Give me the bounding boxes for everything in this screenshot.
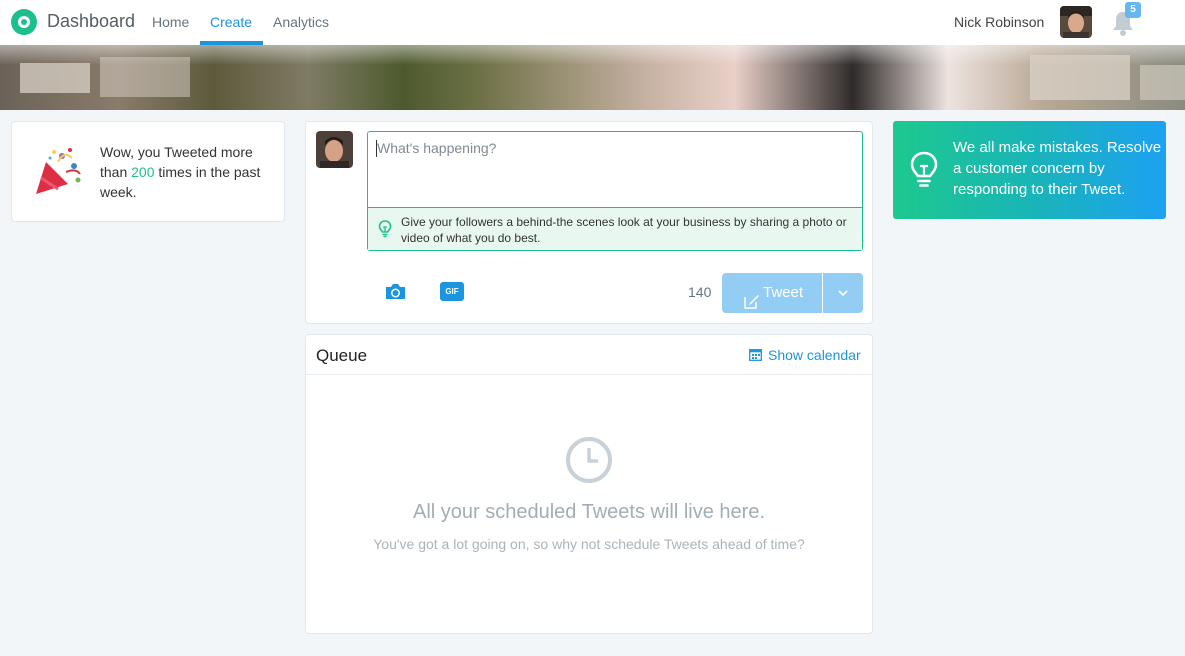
clock-icon — [564, 435, 614, 485]
user-name[interactable]: Nick Robinson — [954, 14, 1044, 30]
customer-care-tip-card[interactable]: We all make mistakes. Resolve a customer… — [893, 121, 1166, 219]
tweet-input[interactable] — [369, 133, 861, 205]
tweet-compose-box: Give your followers a behind-the scenes … — [367, 131, 863, 251]
achievement-card: Wow, you Tweeted more than 200 times in … — [11, 121, 285, 222]
show-calendar-link[interactable]: Show calendar — [768, 347, 861, 363]
tweet-button[interactable]: Tweet — [722, 273, 822, 313]
lightbulb-icon — [909, 151, 939, 189]
tweet-options-dropdown[interactable] — [823, 273, 863, 313]
compose-tip-text: Give your followers a behind-the scenes … — [401, 215, 847, 245]
compose-pen-icon — [744, 285, 760, 309]
lightbulb-icon — [378, 220, 392, 238]
avatar[interactable] — [1060, 6, 1092, 38]
nav-create[interactable]: Create — [210, 14, 252, 30]
brand-title[interactable]: Dashboard — [47, 11, 135, 32]
tweet-count: 200 — [131, 164, 155, 180]
logo-icon[interactable] — [11, 9, 37, 35]
queue-empty-subtitle: You've got a lot going on, so why not sc… — [373, 536, 805, 552]
header-banner-image — [0, 45, 1185, 110]
calendar-icon[interactable] — [749, 348, 762, 361]
character-counter: 140 — [688, 284, 712, 300]
gif-icon[interactable]: GIF — [440, 282, 464, 301]
camera-icon[interactable] — [384, 282, 407, 301]
text-cursor — [376, 140, 377, 157]
notification-badge[interactable]: 5 — [1125, 2, 1141, 18]
chevron-down-icon — [838, 290, 848, 297]
nav-analytics[interactable]: Analytics — [273, 14, 329, 30]
queue-title: Queue — [316, 346, 368, 365]
compose-tip: Give your followers a behind-the scenes … — [368, 207, 862, 250]
compose-avatar — [316, 131, 353, 168]
compose-card: Give your followers a behind-the scenes … — [305, 121, 873, 324]
top-nav: Dashboard Home Create Analytics Nick Rob… — [0, 0, 1185, 45]
nav-home[interactable]: Home — [152, 14, 189, 30]
tip-card-text: We all make mistakes. Resolve a customer… — [953, 139, 1162, 198]
queue-header: Queue Show calendar — [306, 335, 872, 375]
achievement-message: Wow, you Tweeted more than 200 times in … — [100, 142, 278, 202]
tweet-button-label: Tweet — [763, 284, 804, 301]
party-popper-icon — [32, 146, 84, 198]
queue-empty-title: All your scheduled Tweets will live here… — [412, 501, 766, 523]
queue-card: Queue Show calendar All your scheduled T… — [305, 334, 873, 634]
